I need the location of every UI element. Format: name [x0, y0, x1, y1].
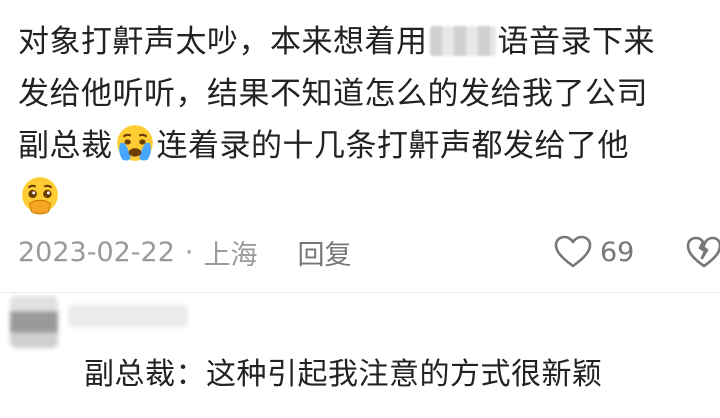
broken-heart-icon[interactable]: [686, 236, 720, 268]
blurred-app-name: [429, 26, 496, 56]
comment-text-segment: 副总裁: [18, 128, 113, 164]
heart-icon: [554, 235, 592, 268]
comment-text-segment: 连着录的十几条打鼾声都发给了他: [156, 128, 629, 164]
reply-text: 副总裁：这种引起我注意的方式很新颖: [84, 357, 603, 392]
divider: [0, 292, 720, 293]
comment-body: 对象打鼾声太吵，本来想着用 语音录下来 发给他听听，结果不知道怎么的发给我了公司 …: [18, 16, 708, 224]
pleading-face-emoji-icon: [22, 177, 58, 215]
like-button[interactable]: 69: [554, 230, 634, 274]
comment-text-segment: 语音录下来: [497, 24, 655, 60]
meta-separator: ·: [184, 236, 194, 268]
comment-line-3: 副总裁 连着录的十几条打鼾声都发给了他: [18, 120, 708, 172]
comment-date: 2023-02-22: [18, 236, 175, 268]
reply-button[interactable]: 回复: [298, 233, 352, 272]
comment-meta: 2023-02-22 · 上海 回复 69: [18, 230, 720, 274]
comment-line-4: [18, 172, 708, 224]
comment-text-segment: 对象打鼾声太吵，本来想着用: [18, 24, 428, 60]
comment-line-1: 对象打鼾声太吵，本来想着用 语音录下来: [18, 16, 708, 68]
like-count: 69: [600, 236, 635, 268]
comment-line-2: 发给他听听，结果不知道怎么的发给我了公司: [18, 76, 648, 112]
comment-location: 上海: [203, 239, 258, 271]
blurred-username: [68, 305, 188, 327]
avatar[interactable]: [10, 296, 58, 348]
crying-face-emoji-icon: [116, 125, 153, 161]
